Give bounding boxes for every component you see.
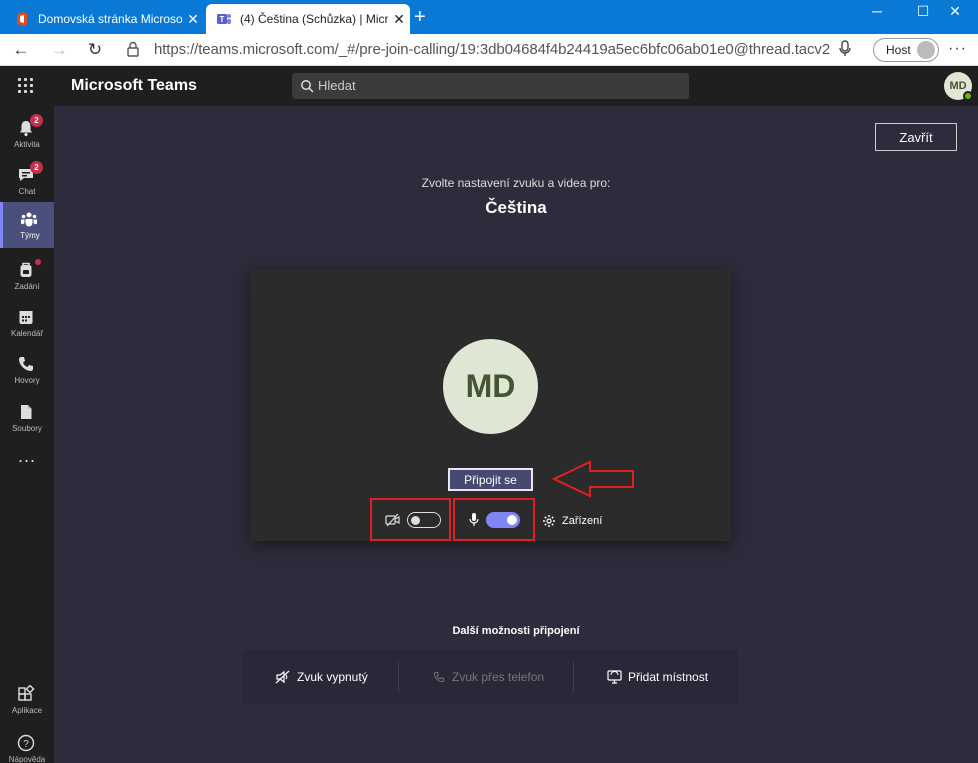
rail-item-calls[interactable]: Hovory — [0, 347, 54, 393]
profile-label: Host — [886, 43, 911, 57]
rail-label: Soubory — [12, 424, 42, 433]
annotation-arrow-icon — [552, 460, 634, 498]
microphone-icon — [469, 513, 479, 526]
rail-item-apps[interactable]: Aplikace — [0, 677, 54, 723]
apps-icon — [18, 685, 35, 701]
presence-available-icon — [963, 91, 973, 101]
calendar-icon — [19, 311, 33, 324]
backpack-icon — [20, 262, 32, 277]
svg-text:?: ? — [23, 739, 29, 750]
teams-header: Microsoft Teams Hledat MD — [0, 66, 978, 106]
search-icon — [301, 80, 314, 93]
more-apps-icon: ... — [17, 446, 36, 466]
minimize-button[interactable]: ─ — [854, 0, 900, 22]
rail-label: Aplikace — [11, 706, 43, 715]
close-button[interactable]: Zavřít — [875, 123, 957, 151]
divider — [573, 662, 574, 692]
address-bar-row: ← → ↻ https://teams.microsoft.com/_#/pre… — [0, 34, 978, 66]
url-text: https://teams.microsoft.com/_#/pre-join-… — [154, 41, 831, 58]
tab-title: (4) Čeština (Schůzka) | Microsoft Teams — [240, 12, 388, 26]
close-icon[interactable]: ✕ — [182, 11, 204, 28]
rail-item-assignments[interactable]: Zadání — [0, 253, 54, 299]
rail-label: Týmy — [20, 231, 40, 240]
microphone-toggle[interactable] — [486, 512, 520, 528]
search-placeholder: Hledat — [318, 78, 356, 93]
rail-item-files[interactable]: Soubory — [0, 395, 54, 441]
rail-label: Nápověda — [8, 755, 46, 763]
camera-toggle[interactable] — [407, 512, 441, 528]
close-icon[interactable]: ✕ — [388, 11, 410, 28]
option-label: Přidat místnost — [628, 670, 709, 684]
option-label: Zvuk vypnutý — [297, 670, 368, 684]
help-icon: ? — [17, 734, 35, 752]
microphone-icon[interactable] — [838, 40, 852, 58]
rail-label: Aktivita — [14, 140, 40, 149]
refresh-icon[interactable]: ↻ — [82, 39, 108, 61]
search-input[interactable]: Hledat — [292, 73, 689, 99]
toggle-knob — [411, 515, 420, 525]
browser-tab-teams[interactable]: T (4) Čeština (Schůzka) | Microsoft Team… — [206, 4, 410, 34]
divider — [398, 662, 399, 692]
speaker-off-icon — [275, 670, 290, 684]
camera-off-icon — [385, 513, 400, 527]
room-icon — [607, 670, 622, 684]
phone-icon — [19, 357, 33, 371]
more-options-title: Další možnosti připojení — [452, 625, 580, 637]
rail-item-activity[interactable]: 2 Aktivita — [0, 111, 54, 157]
forward-arrow-icon[interactable]: → — [46, 39, 72, 61]
video-preview: MD Připojit se Zařízení — [250, 270, 731, 541]
new-tab-icon[interactable]: + — [414, 7, 426, 27]
rail-label: Zadání — [14, 282, 40, 291]
phone-icon — [433, 671, 445, 683]
profile-avatar-icon — [917, 41, 935, 59]
rail-item-help[interactable]: ? Nápověda — [0, 726, 54, 763]
profile-button[interactable]: Host — [873, 38, 939, 62]
gear-icon[interactable] — [542, 514, 556, 528]
rail-item-calendar[interactable]: Kalendář — [0, 300, 54, 346]
more-options-icon[interactable]: ··· — [948, 40, 967, 58]
tab-title: Domovská stránka Microsoft Office — [38, 12, 182, 26]
browser-tab-office[interactable]: Domovská stránka Microsoft Office ✕ — [4, 4, 204, 34]
address-field[interactable]: https://teams.microsoft.com/_#/pre-join-… — [126, 38, 862, 62]
preview-avatar: MD — [443, 339, 538, 434]
file-icon — [21, 405, 32, 419]
window-close-button[interactable]: ✕ — [932, 0, 978, 22]
back-arrow-icon[interactable]: ← — [8, 39, 34, 61]
lock-icon — [127, 41, 139, 57]
join-options-bar: Zvuk vypnutý Zvuk přes telefon Přidat mí… — [243, 650, 738, 704]
teams-icon: T — [217, 14, 231, 24]
activity-badge: 2 — [30, 114, 43, 127]
app-launcher-icon[interactable] — [18, 78, 34, 94]
svg-text:T: T — [220, 15, 225, 24]
meeting-title: Čeština — [485, 198, 547, 217]
rail-item-more[interactable]: ... — [0, 446, 54, 492]
office-icon — [17, 12, 27, 26]
devices-button[interactable]: Zařízení — [562, 515, 602, 527]
join-button[interactable]: Připojit se — [448, 468, 533, 491]
app-title: Microsoft Teams — [71, 77, 197, 94]
chat-badge: 2 — [30, 161, 43, 174]
toggle-knob — [507, 515, 517, 525]
browser-tab-bar: Domovská stránka Microsoft Office ✕ T (4… — [0, 0, 978, 34]
option-label: Zvuk přes telefon — [452, 670, 545, 684]
assignments-dot-badge — [35, 259, 41, 265]
user-avatar[interactable]: MD — [944, 72, 973, 101]
rail-label: Hovory — [14, 376, 40, 385]
rail-label: Kalendář — [10, 329, 44, 338]
avatar-initials: MD — [949, 80, 967, 92]
setup-prompt: Zvolte nastavení zvuku a videa pro: — [421, 176, 611, 190]
